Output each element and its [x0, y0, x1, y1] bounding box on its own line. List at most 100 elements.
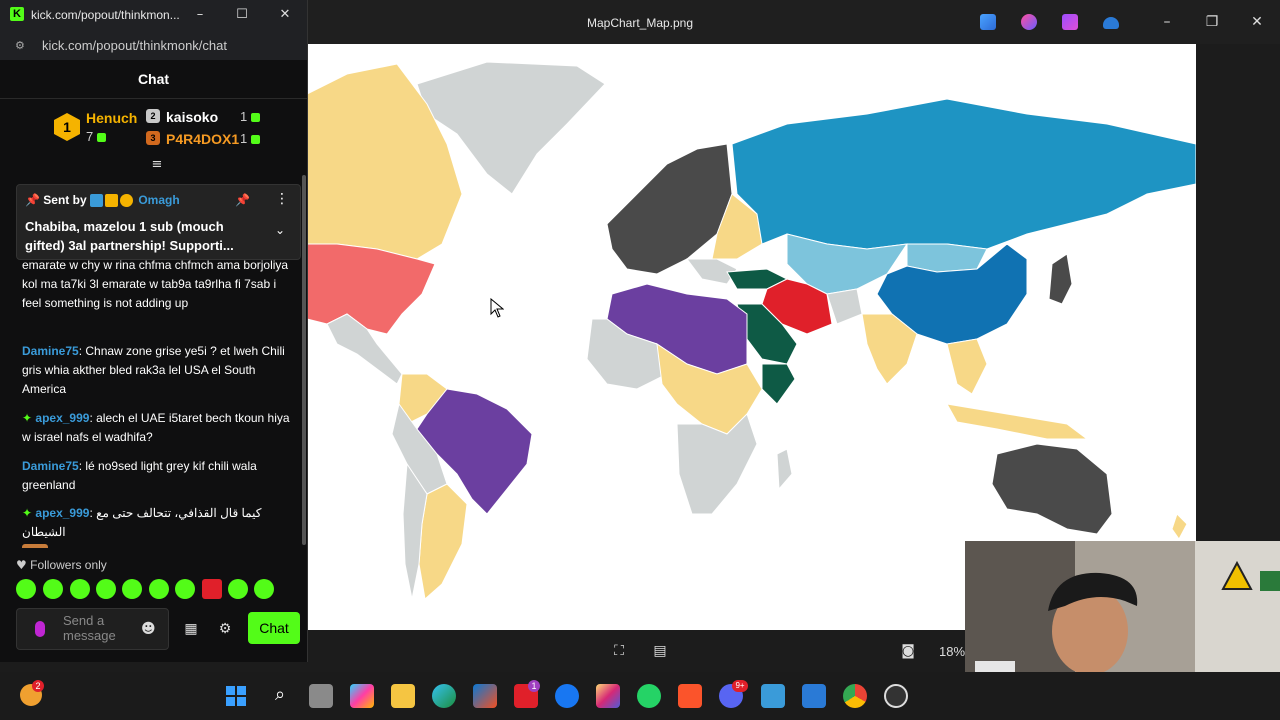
close-icon[interactable]: ✕: [1242, 10, 1272, 34]
emote-icon: [22, 544, 48, 548]
pin-icon: 📌: [25, 193, 40, 207]
emote-icon[interactable]: [43, 579, 63, 599]
chat-header: Chat: [0, 60, 307, 99]
chat-message: ✦ apex_999: alech el UAE i5taret bech tk…: [22, 409, 292, 447]
rank-1-badge: 1: [54, 113, 80, 141]
microphone-icon[interactable]: [35, 621, 45, 637]
start-icon-tile: [237, 697, 246, 706]
chat-input-placeholder[interactable]: Send a message: [63, 613, 133, 643]
chrome-icon[interactable]: [843, 684, 867, 708]
pinned-message[interactable]: 📌 Sent by Omagh 📌 ⋮ Chabiba, mazelou 1 s…: [16, 184, 301, 260]
gifter-star-icon: ✦: [22, 411, 33, 425]
url-text[interactable]: kick.com/popout/thinkmonk/chat: [42, 38, 227, 53]
pinned-author[interactable]: Omagh: [138, 193, 179, 207]
expand-chevron-icon[interactable]: ⌄: [275, 223, 285, 237]
kick-logo-icon: K: [10, 7, 24, 21]
crop-icon[interactable]: ⛶: [610, 642, 628, 660]
paint-icon[interactable]: [802, 684, 826, 708]
unpin-icon[interactable]: 📌: [235, 193, 250, 207]
search-icon[interactable]: ⌕: [268, 684, 292, 708]
chat-input[interactable]: Send a message ☻: [16, 608, 169, 650]
copilot-app-icon[interactable]: [1021, 14, 1037, 30]
store-icon[interactable]: ▦: [182, 620, 200, 638]
minimize-icon[interactable]: –: [188, 5, 212, 25]
gift-icon: [251, 113, 261, 123]
task-view-icon[interactable]: [309, 684, 333, 708]
start-icon-tile: [226, 686, 235, 695]
emote-icon[interactable]: [122, 579, 142, 599]
copilot-icon[interactable]: [350, 684, 374, 708]
more-options-icon[interactable]: ⋮: [275, 191, 289, 207]
url-bar[interactable]: ⚙ kick.com/popout/thinkmonk/chat: [0, 30, 307, 60]
followers-only-label: Followers only: [30, 558, 107, 572]
message-user[interactable]: apex_999: [35, 411, 89, 425]
emote-icon[interactable]: [254, 579, 274, 599]
gift-icon: [97, 133, 107, 143]
emote-bar: [16, 579, 296, 601]
zoom-level[interactable]: 18%: [939, 644, 965, 659]
emote-icon[interactable]: [228, 579, 248, 599]
leader-3-count: 1: [240, 131, 261, 146]
close-icon[interactable]: ✕: [273, 5, 297, 25]
leader-1-count: 7: [86, 129, 107, 144]
chat-message: Damine75: lé no9sed light grey kif chili…: [22, 457, 292, 495]
start-icon[interactable]: [226, 686, 246, 706]
southeast-asia: [946, 338, 988, 395]
restore-icon[interactable]: ❐: [1197, 10, 1227, 34]
emote-icon[interactable]: [149, 579, 169, 599]
japan: [1048, 253, 1073, 305]
emote-icon[interactable]: [70, 579, 90, 599]
leader-2-count: 1: [240, 109, 261, 124]
designer-icon[interactable]: [980, 14, 996, 30]
facebook-icon[interactable]: [555, 684, 579, 708]
madagascar: [776, 448, 793, 491]
emoji-icon[interactable]: ☻: [141, 621, 156, 637]
emote-icon[interactable]: [16, 579, 36, 599]
clipchamp-icon[interactable]: [1062, 14, 1078, 30]
gift-leaderboard: 1 Henuch 7 2 kaisoko 1 3 P4R4DOX1 1: [0, 99, 307, 155]
message-user[interactable]: apex_999: [35, 506, 89, 520]
lexique-badge: 1: [528, 680, 540, 692]
edit-image-icon[interactable]: ▤: [651, 642, 669, 660]
emote-icon[interactable]: [175, 579, 195, 599]
weather-badge: 2: [32, 680, 44, 692]
message-user[interactable]: Damine75: [22, 459, 79, 473]
chat-message-list: emarate w chy w rina chfma chfmch ama bo…: [0, 258, 305, 548]
settings-icon[interactable]: ⚙: [216, 620, 234, 638]
mongolia: [906, 243, 988, 273]
start-icon-tile: [237, 686, 246, 695]
minimize-icon[interactable]: –: [1152, 10, 1182, 34]
afghanistan: [826, 288, 863, 325]
leader-3-count-value: 1: [240, 131, 248, 146]
cloud-sync-icon[interactable]: [1103, 17, 1119, 29]
chat-send-button[interactable]: Chat: [248, 612, 300, 644]
message-user[interactable]: Damine75: [22, 344, 79, 358]
maximize-icon[interactable]: ☐: [230, 5, 254, 25]
leader-2-count-value: 1: [240, 109, 248, 124]
rank-2-badge: 2: [146, 109, 160, 123]
brave-icon[interactable]: [678, 684, 702, 708]
leader-1-name[interactable]: Henuch: [86, 110, 137, 126]
leader-2-name[interactable]: kaisoko: [166, 109, 218, 125]
chat-title: Chat: [137, 71, 170, 87]
obs-icon[interactable]: [884, 684, 908, 708]
edge-icon[interactable]: [432, 684, 456, 708]
indonesia: [946, 403, 1089, 440]
emote-icon[interactable]: [96, 579, 116, 599]
instagram-icon[interactable]: [596, 684, 620, 708]
discord-badge: 9+: [732, 680, 748, 692]
heart-icon: ♥: [16, 558, 27, 572]
leader-3-name[interactable]: P4R4DOX1: [166, 131, 239, 147]
chat-scrollbar[interactable]: [302, 175, 306, 545]
screenshot-icon[interactable]: ◙: [899, 642, 917, 660]
whatsapp-icon[interactable]: [637, 684, 661, 708]
store-icon[interactable]: [473, 684, 497, 708]
photos-icon[interactable]: [761, 684, 785, 708]
gift-icon: [251, 135, 261, 145]
site-settings-icon[interactable]: ⚙: [15, 39, 29, 52]
russia: [731, 98, 1196, 250]
chat-message: ✦ apex_999: كيما قال القذافي، تتحالف حتى…: [22, 504, 292, 548]
collapse-leaderboard-icon[interactable]: ≡: [149, 158, 165, 172]
file-explorer-icon[interactable]: [391, 684, 415, 708]
emote-icon[interactable]: [202, 579, 222, 599]
